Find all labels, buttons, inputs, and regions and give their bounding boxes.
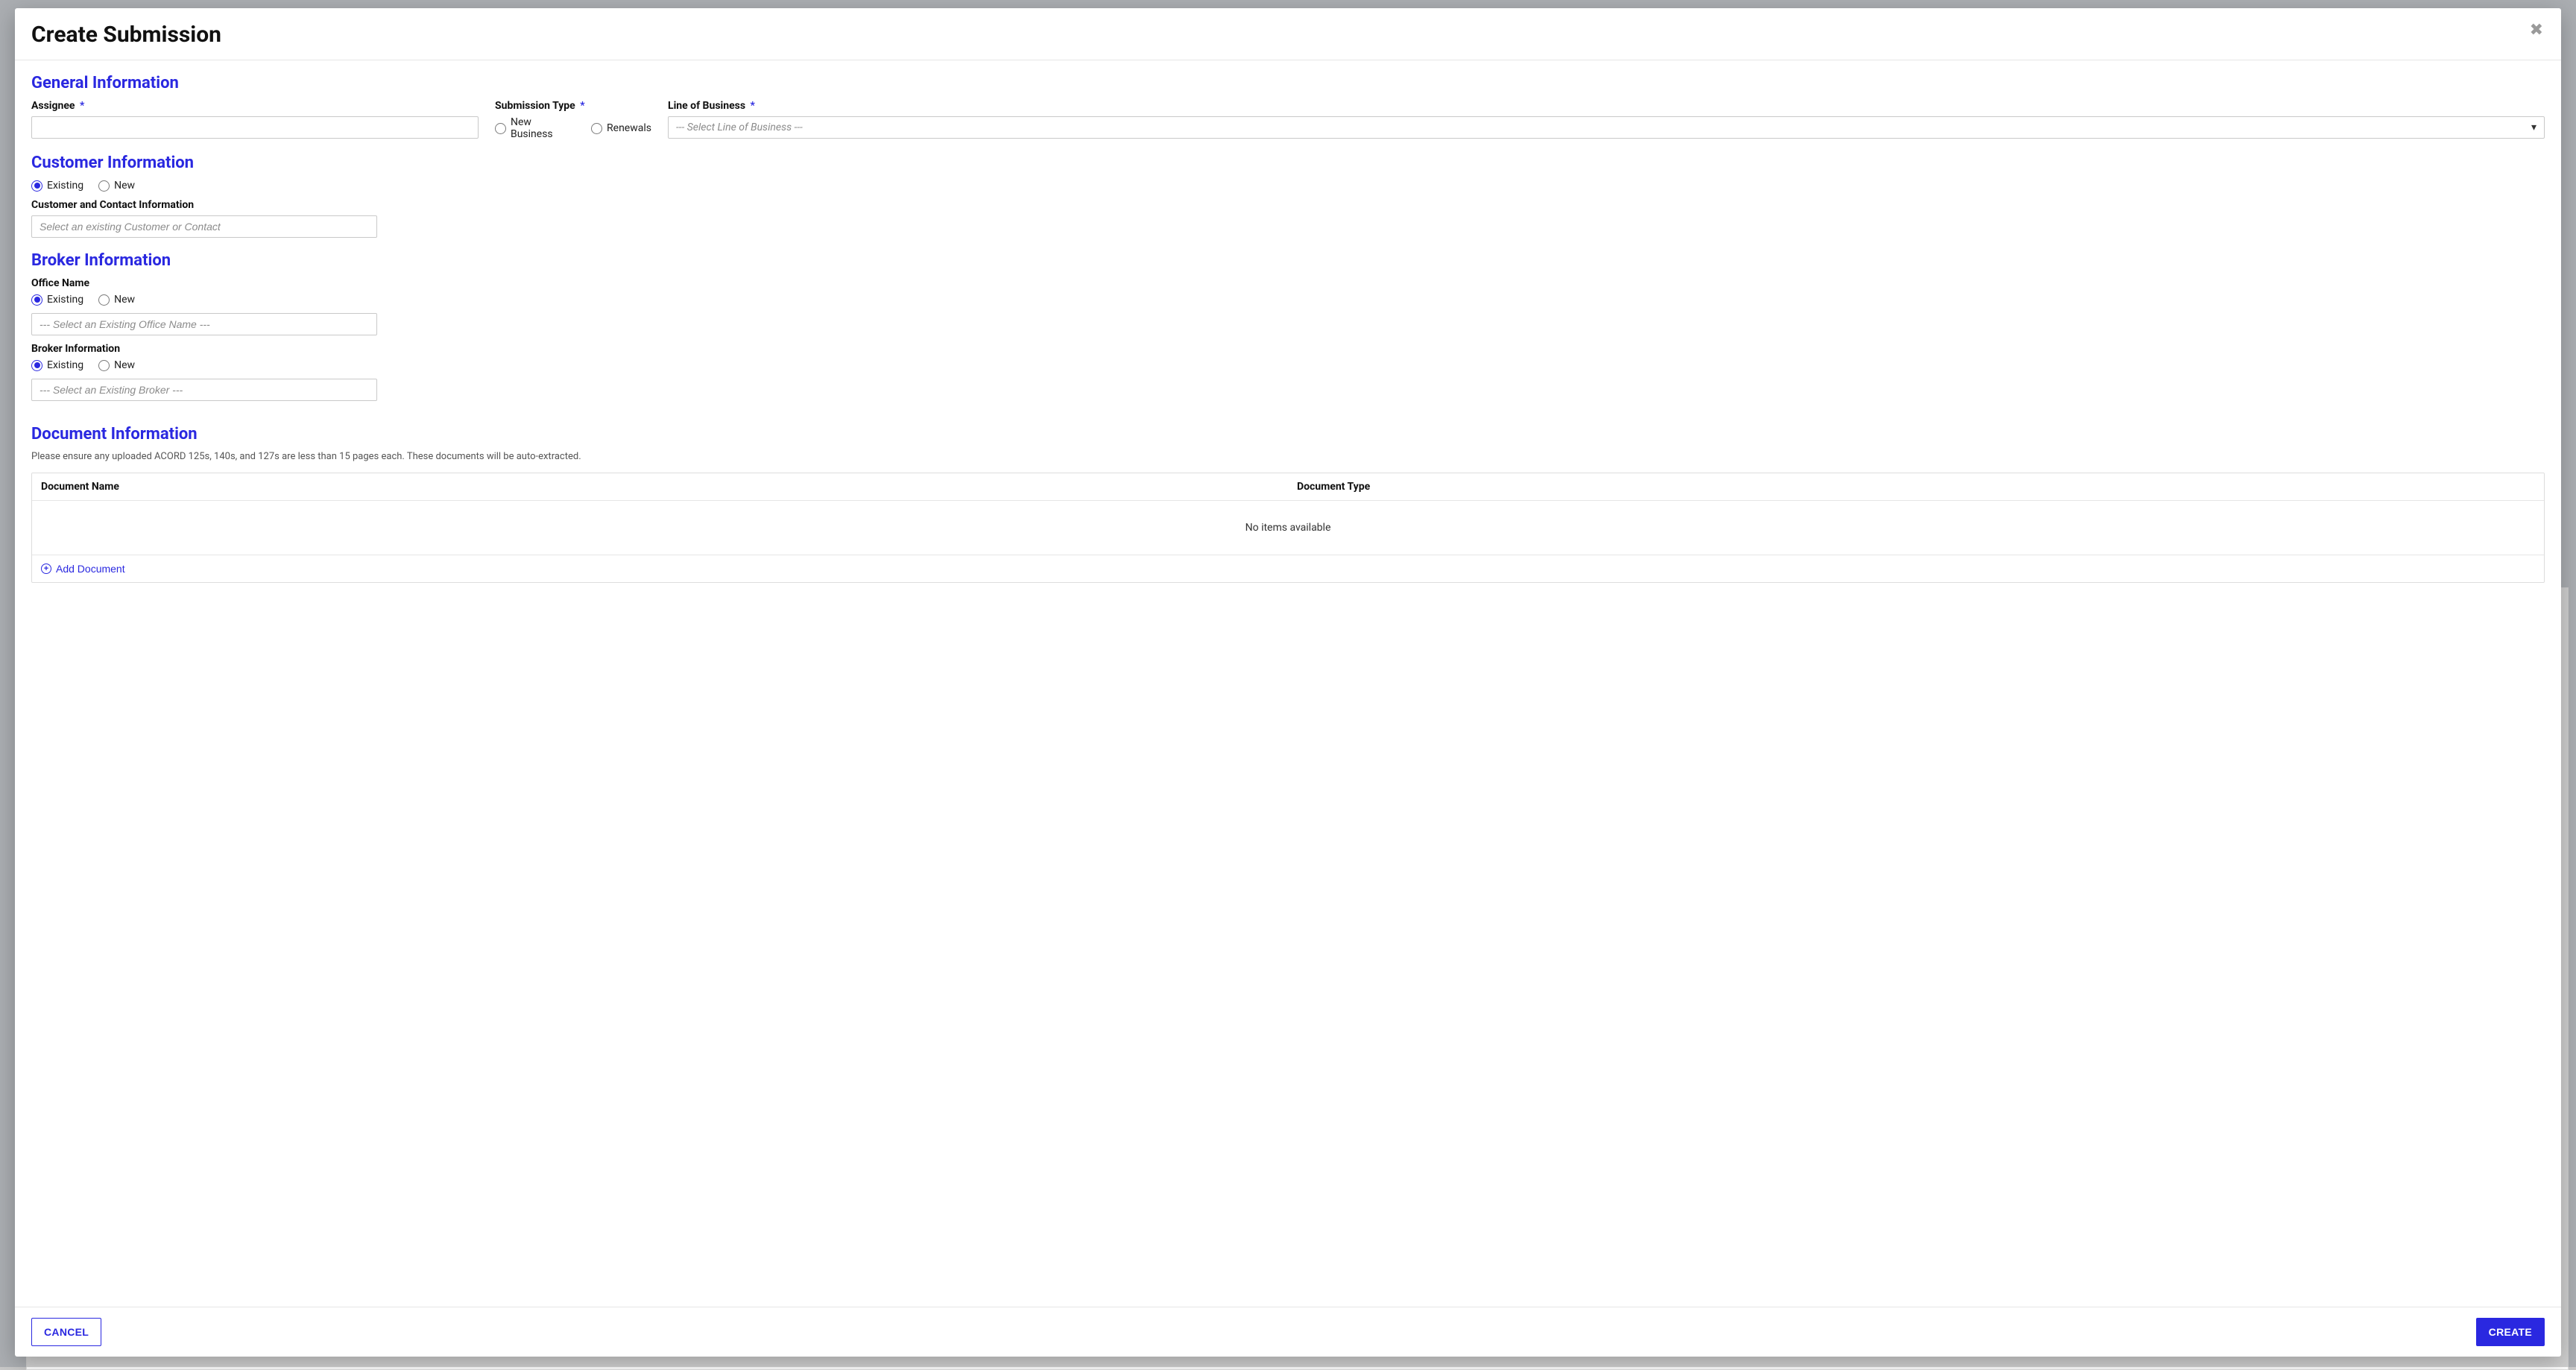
section-title-customer: Customer Information — [31, 154, 2545, 172]
broker-input[interactable] — [31, 379, 377, 401]
plus-circle-icon: + — [41, 564, 51, 574]
office-name-input[interactable] — [31, 313, 377, 335]
create-button[interactable]: CREATE — [2476, 1318, 2545, 1346]
radio-broker-existing[interactable]: Existing — [31, 359, 83, 371]
submission-type-label: Submission Type * — [495, 100, 651, 112]
customer-contact-field: Customer and Contact Information — [31, 199, 2545, 238]
modal-body: General Information Assignee * Submissio… — [15, 60, 2561, 1307]
radio-icon — [31, 294, 42, 306]
radio-icon — [98, 180, 110, 192]
radio-label: New — [114, 294, 135, 306]
radio-icon — [591, 123, 602, 134]
radio-icon — [31, 180, 42, 192]
broker-label: Broker Information — [31, 343, 2545, 355]
lob-label-text: Line of Business — [668, 100, 745, 112]
create-submission-modal: Create Submission ✖ General Information … — [15, 8, 2561, 1357]
radio-label: New — [114, 359, 135, 371]
lob-placeholder: --- Select Line of Business --- — [676, 121, 803, 133]
radio-customer-new[interactable]: New — [98, 180, 135, 192]
radio-icon — [98, 294, 110, 306]
close-icon[interactable]: ✖ — [2528, 22, 2545, 38]
section-title-broker: Broker Information — [31, 251, 2545, 270]
radio-label: New — [114, 180, 135, 192]
modal-title: Create Submission — [31, 22, 221, 48]
radio-office-new[interactable]: New — [98, 294, 135, 306]
assignee-label-text: Assignee — [31, 100, 75, 112]
radio-label: Renewals — [607, 122, 651, 134]
modal-header: Create Submission ✖ — [15, 8, 2561, 60]
broker-field: Broker Information Existing New — [31, 343, 2545, 401]
documents-empty: No items available — [32, 501, 2544, 555]
section-title-documents: Document Information — [31, 425, 2545, 443]
required-marker: * — [751, 100, 755, 112]
add-document-label: Add Document — [56, 563, 125, 575]
cancel-button[interactable]: CANCEL — [31, 1318, 101, 1346]
lob-label: Line of Business * — [668, 100, 2545, 112]
radio-label: New Business — [511, 116, 576, 140]
assignee-input[interactable] — [31, 116, 479, 139]
radio-renewals[interactable]: Renewals — [591, 122, 651, 134]
radio-label: Existing — [47, 180, 83, 192]
add-document-button[interactable]: + Add Document — [41, 563, 125, 575]
chevron-down-icon: ▾ — [2531, 121, 2536, 133]
documents-add-row: + Add Document — [32, 555, 2544, 582]
office-mode-radios: Existing New — [31, 294, 2545, 306]
line-of-business-field: Line of Business * --- Select Line of Bu… — [668, 100, 2545, 140]
assignee-label: Assignee * — [31, 100, 479, 112]
office-name-label: Office Name — [31, 277, 2545, 289]
col-document-name: Document Name — [32, 473, 1288, 500]
radio-broker-new[interactable]: New — [98, 359, 135, 371]
radio-new-business[interactable]: New Business — [495, 116, 576, 140]
col-document-type: Document Type — [1288, 473, 2544, 500]
radio-label: Existing — [47, 359, 83, 371]
documents-note: Please ensure any uploaded ACORD 125s, 1… — [31, 451, 2545, 462]
radio-customer-existing[interactable]: Existing — [31, 180, 83, 192]
office-name-field: Office Name Existing New — [31, 277, 2545, 335]
radio-icon — [98, 360, 110, 371]
submission-type-radios: New Business Renewals — [495, 116, 651, 140]
customer-contact-label: Customer and Contact Information — [31, 199, 2545, 211]
documents-table-head: Document Name Document Type — [32, 473, 2544, 501]
submission-type-field: Submission Type * New Business Renewals — [495, 100, 651, 140]
documents-table: Document Name Document Type No items ava… — [31, 473, 2545, 583]
assignee-field: Assignee * — [31, 100, 479, 140]
broker-mode-radios: Existing New — [31, 359, 2545, 371]
radio-office-existing[interactable]: Existing — [31, 294, 83, 306]
general-row: Assignee * Submission Type * New Busines… — [31, 100, 2545, 140]
submission-type-label-text: Submission Type — [495, 100, 575, 112]
radio-label: Existing — [47, 294, 83, 306]
radio-icon — [495, 123, 506, 134]
section-title-general: General Information — [31, 74, 2545, 92]
required-marker: * — [80, 100, 84, 112]
customer-mode-radios: Existing New — [31, 180, 2545, 192]
modal-footer: CANCEL CREATE — [15, 1307, 2561, 1357]
radio-icon — [31, 360, 42, 371]
customer-contact-input[interactable] — [31, 215, 377, 238]
required-marker: * — [580, 100, 584, 112]
lob-select[interactable]: --- Select Line of Business --- ▾ — [668, 116, 2545, 139]
